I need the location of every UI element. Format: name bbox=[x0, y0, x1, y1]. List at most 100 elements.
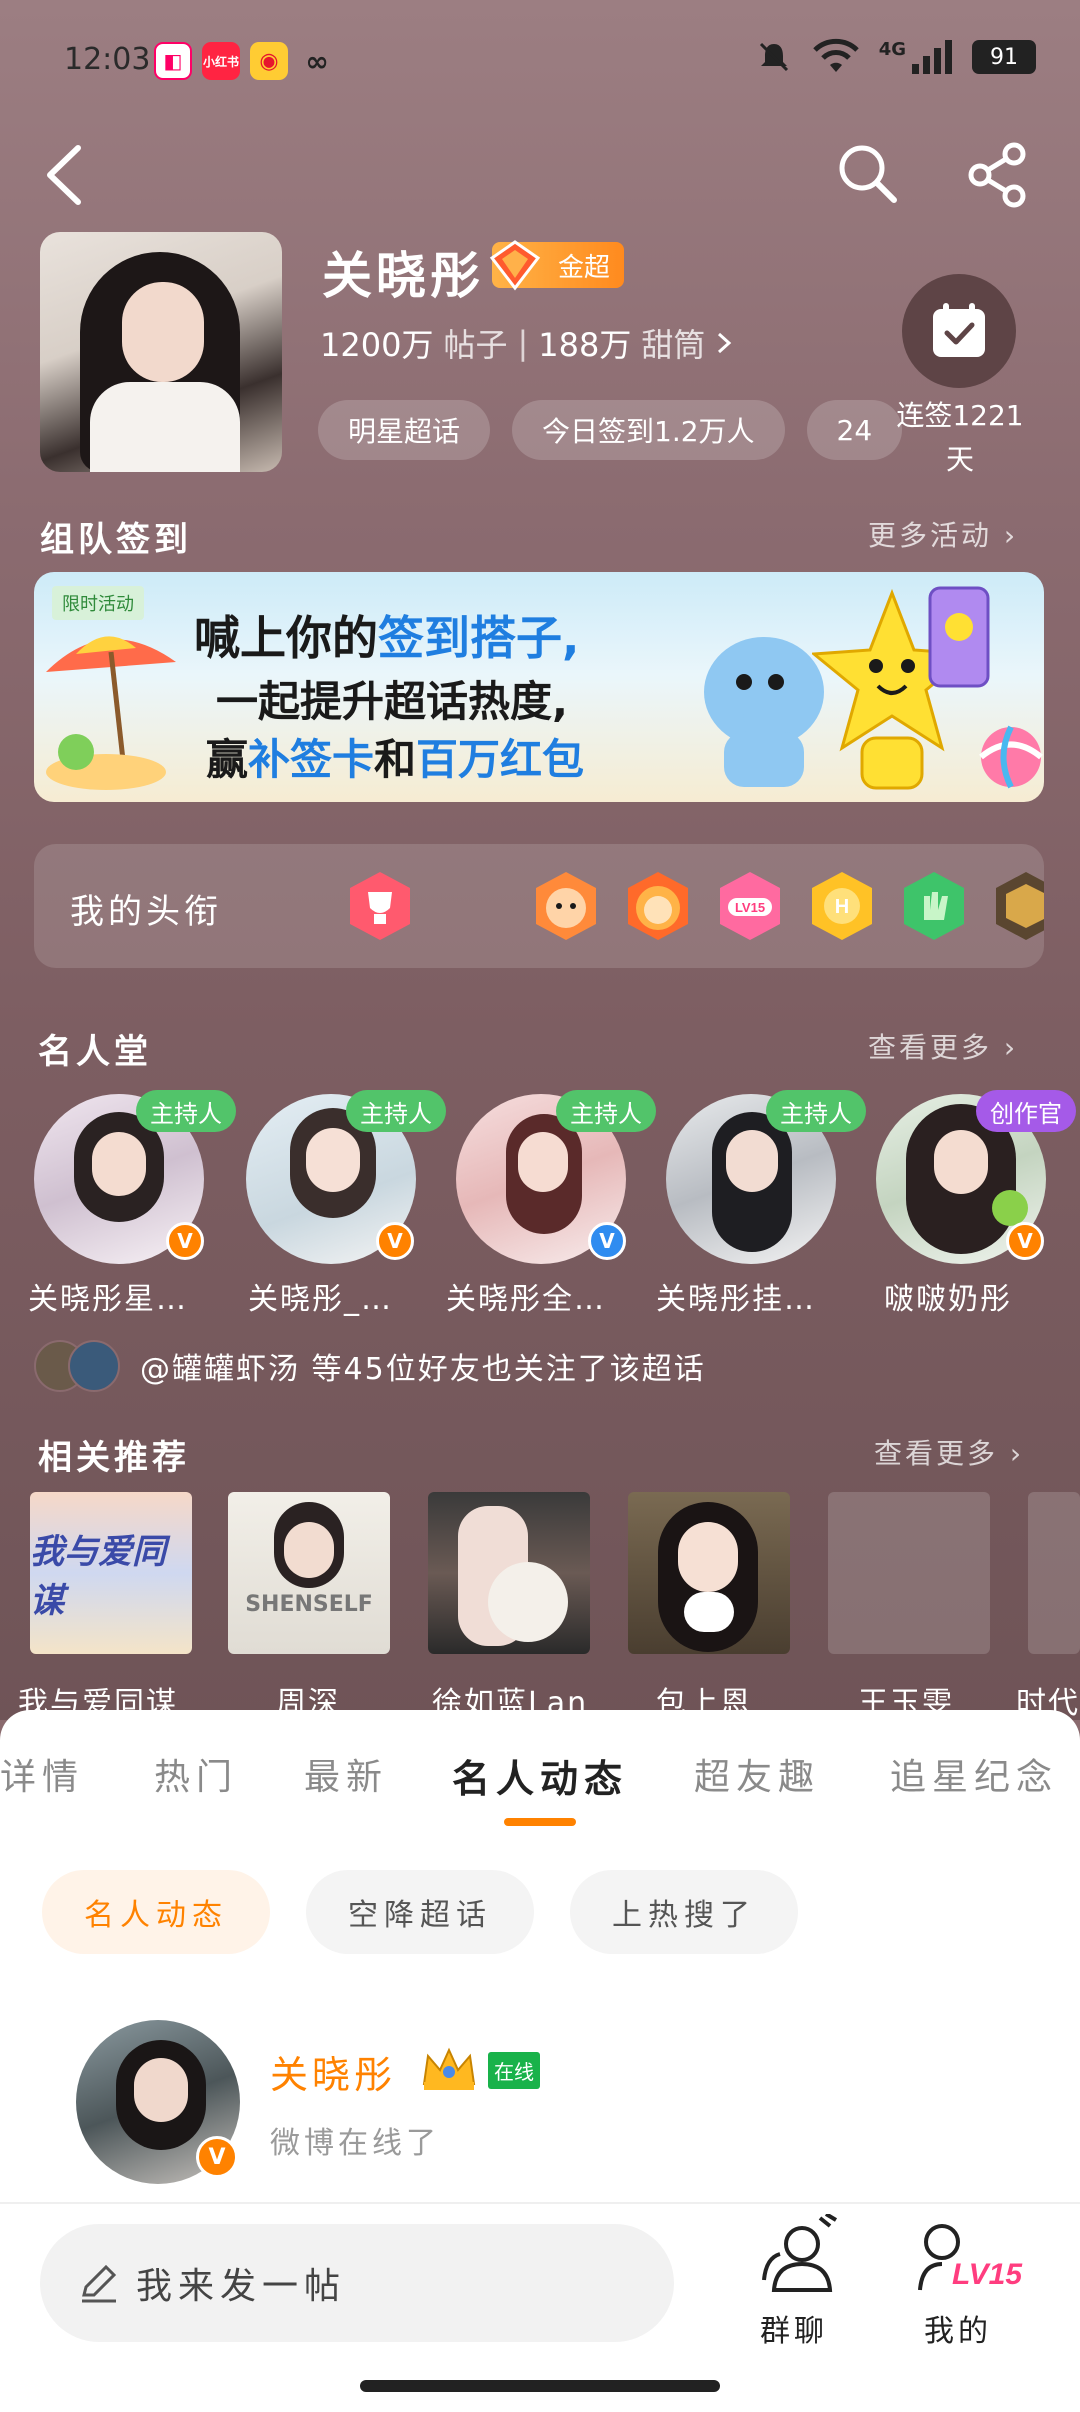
related-pet bbox=[488, 1562, 568, 1642]
search-icon[interactable] bbox=[834, 140, 900, 206]
fame-verify-5: V bbox=[1006, 1222, 1044, 1260]
my-profile-label[interactable]: 我的 bbox=[924, 2306, 992, 2350]
checkin-streak-line2: 天 bbox=[945, 443, 974, 476]
checkin-button[interactable] bbox=[902, 274, 1016, 388]
calendar-check-icon bbox=[933, 303, 985, 357]
fame-role-2: 主持人 bbox=[346, 1090, 446, 1132]
team-checkin-more-label: 更多活动 bbox=[868, 519, 993, 552]
bottom-divider bbox=[0, 2202, 1080, 2204]
post-author-name[interactable]: 关晓彤 bbox=[270, 2044, 396, 2099]
topic-stats[interactable]: 1200万 帖子 | 188万 甜筒 bbox=[320, 320, 735, 366]
phone-icon bbox=[928, 586, 990, 688]
posts-label: 帖子 bbox=[443, 326, 508, 364]
hand-medal-icon bbox=[904, 872, 964, 940]
banner-line3-c: 和 bbox=[374, 735, 417, 784]
team-checkin-more[interactable]: 更多活动 › bbox=[868, 514, 1018, 554]
fame-role-1: 主持人 bbox=[136, 1090, 236, 1132]
my-profile-icon[interactable]: LV15 bbox=[914, 2214, 1024, 2300]
banner-line3-d: 百万红包 bbox=[416, 735, 585, 784]
app-icon-link: ∞ bbox=[305, 44, 329, 78]
related-more-label: 查看更多 bbox=[874, 1437, 999, 1470]
group-chat-label[interactable]: 群聊 bbox=[760, 2306, 828, 2350]
fame-name-1[interactable]: 关晓彤星… bbox=[28, 1274, 228, 1318]
pill-today-checkin[interactable]: 今日签到1.2万人 bbox=[512, 400, 785, 460]
avatar-body bbox=[90, 382, 240, 472]
fans-count: 188万 bbox=[538, 326, 632, 364]
related-more[interactable]: 查看更多 › bbox=[874, 1432, 1024, 1472]
battery-indicator: 91 bbox=[972, 40, 1036, 74]
online-badge: 在线 bbox=[488, 2052, 540, 2089]
tab-super-friends[interactable]: 超友趣 bbox=[694, 1748, 820, 1800]
fame-role-4: 主持人 bbox=[766, 1090, 866, 1132]
beach-ball-icon bbox=[979, 725, 1043, 789]
back-icon[interactable] bbox=[36, 140, 96, 210]
topic-title: 关晓彤 bbox=[322, 247, 484, 305]
related-flower bbox=[684, 1592, 734, 1632]
status-right: 4G 91 bbox=[755, 38, 1036, 76]
related-cover-6[interactable] bbox=[1028, 1492, 1080, 1654]
tab-hot[interactable]: 热门 bbox=[154, 1748, 238, 1800]
chip-hot-search[interactable]: 上热搜了 bbox=[570, 1870, 798, 1954]
friends-follow-row[interactable]: @罐罐虾汤 等45位好友也关注了该超话 bbox=[34, 1340, 706, 1392]
fame-role-3: 主持人 bbox=[556, 1090, 656, 1132]
related-cover-4[interactable] bbox=[628, 1492, 790, 1654]
banner-line3: 赢补签卡和百万红包 bbox=[206, 726, 584, 787]
tab-latest[interactable]: 最新 bbox=[304, 1748, 388, 1800]
fame-verify-1: V bbox=[166, 1222, 204, 1260]
banner-line2: 一起提升超话热度, bbox=[216, 677, 568, 726]
trophy-medal-icon bbox=[350, 872, 410, 940]
tab-fan-memorial[interactable]: 追星纪念 bbox=[890, 1748, 1058, 1800]
compose-post-input[interactable]: 我来发一帖 bbox=[40, 2224, 674, 2342]
my-titles-card[interactable]: 我的头衔 LV15 H bbox=[34, 844, 1044, 968]
friend-avatar bbox=[68, 1340, 120, 1392]
posts-count: 1200万 bbox=[320, 326, 434, 364]
status-time: 12:03 bbox=[64, 42, 151, 77]
related-cover-text-2: SHENSELF bbox=[245, 1592, 373, 1617]
activity-banner[interactable]: 限时活动 喊上你的签到搭子, 一起提升超话热度, 赢补签卡和百万红包 bbox=[34, 572, 1044, 802]
checkin-streak: 连签1221 天 bbox=[890, 394, 1030, 482]
hall-of-fame-more-label: 查看更多 bbox=[868, 1031, 993, 1064]
fame-apple bbox=[992, 1190, 1028, 1226]
chip-airdrop[interactable]: 空降超话 bbox=[306, 1870, 534, 1954]
gold-super-badge[interactable]: 金超 bbox=[489, 240, 624, 291]
pill-rank[interactable]: 24 bbox=[806, 400, 903, 460]
post-verify-icon: V bbox=[196, 2136, 238, 2178]
related-cover-5[interactable] bbox=[828, 1492, 990, 1654]
hall-of-fame-more[interactable]: 查看更多 › bbox=[868, 1026, 1018, 1066]
related-cover-3[interactable] bbox=[428, 1492, 590, 1654]
related-cover-2[interactable]: SHENSELF bbox=[228, 1492, 390, 1654]
lion-medal-icon bbox=[628, 872, 688, 940]
feed-tabs: 详情 热门 最新 名人动态 超友趣 追星纪念 bbox=[0, 1748, 1080, 1828]
post-text[interactable]: 微博在线了 bbox=[270, 2118, 440, 2162]
lv15-medal-icon: LV15 bbox=[720, 872, 780, 940]
topic-pills: 明星超话 今日签到1.2万人 24 bbox=[318, 400, 903, 460]
fame-name-2[interactable]: 关晓彤_… bbox=[248, 1274, 448, 1318]
post-avatar-face bbox=[134, 2058, 188, 2122]
fame-face bbox=[934, 1130, 988, 1194]
fame-name-3[interactable]: 关晓彤全… bbox=[446, 1274, 646, 1318]
network-type: 4G bbox=[878, 38, 906, 60]
group-chat-icon[interactable] bbox=[752, 2214, 842, 2300]
level-badge-text: LV15 bbox=[952, 2258, 1023, 2291]
chip-celebrity-news[interactable]: 名人动态 bbox=[42, 1870, 270, 1954]
fame-name-4[interactable]: 关晓彤挂… bbox=[656, 1274, 856, 1318]
share-icon[interactable] bbox=[964, 140, 1034, 210]
app-icon-weibo: ◉ bbox=[250, 42, 288, 80]
friends-follow-text: @罐罐虾汤 等45位好友也关注了该超话 bbox=[140, 1352, 706, 1387]
tab-details[interactable]: 详情 bbox=[0, 1748, 84, 1800]
app-icon-gallery: ◧ bbox=[154, 42, 192, 80]
fame-role-5: 创作官 bbox=[976, 1090, 1076, 1132]
status-bar: 12:03 ◧ 小红书 ◉ ∞ 4G 91 bbox=[0, 0, 1080, 120]
super-medal-icon bbox=[996, 872, 1044, 940]
topic-avatar[interactable] bbox=[40, 232, 282, 472]
fame-face bbox=[518, 1132, 568, 1192]
avatar-face bbox=[122, 282, 204, 382]
diamond-icon bbox=[489, 240, 541, 291]
fame-name-5[interactable]: 啵啵奶彤 bbox=[884, 1274, 1044, 1318]
pill-star-topic[interactable]: 明星超话 bbox=[318, 400, 491, 460]
home-indicator bbox=[360, 2380, 720, 2392]
banner-line1-a: 喊上你的 bbox=[194, 611, 378, 665]
crown-badge-icon bbox=[422, 2047, 476, 2090]
tab-celebrity-news[interactable]: 名人动态 bbox=[452, 1748, 628, 1803]
related-cover-1[interactable]: 我与爱同谋 bbox=[30, 1492, 192, 1654]
